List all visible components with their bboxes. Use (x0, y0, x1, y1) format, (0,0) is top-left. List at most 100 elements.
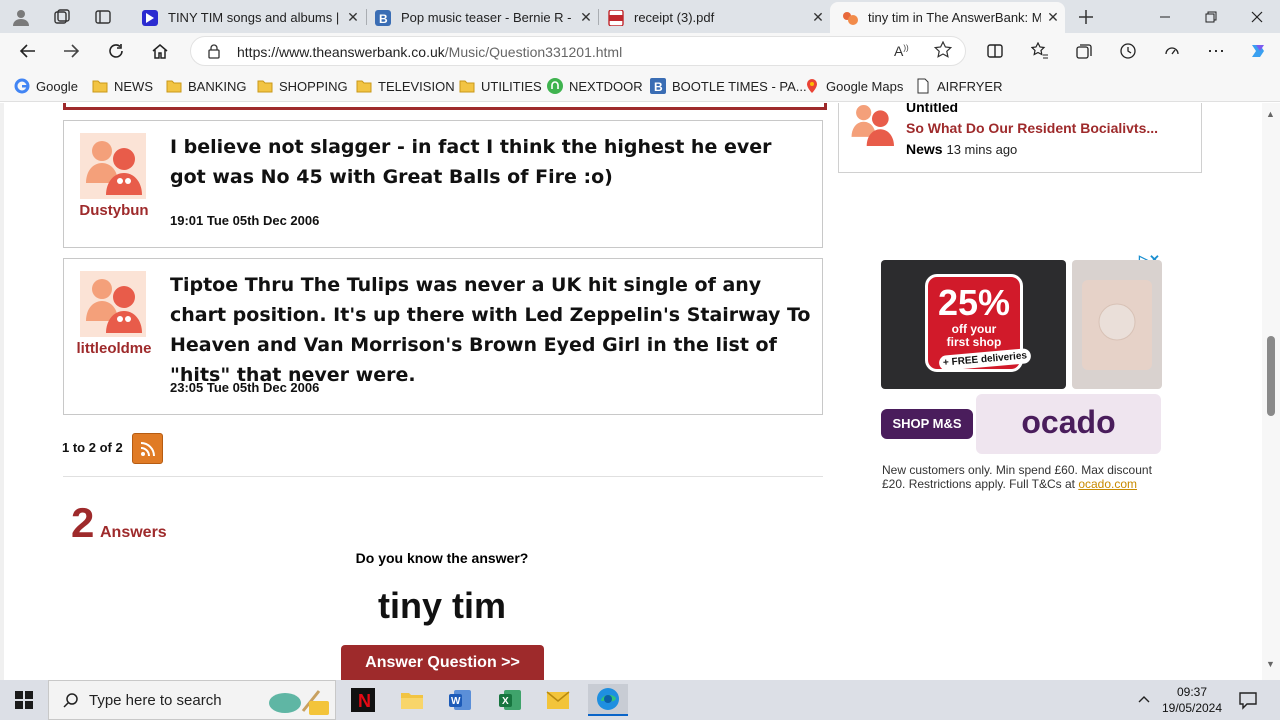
mail-icon[interactable] (538, 684, 578, 716)
show-hidden-icons[interactable] (1137, 692, 1151, 711)
bookmark-google-maps[interactable]: Google Maps (804, 76, 903, 96)
minimize-icon[interactable] (1142, 0, 1188, 33)
discount-line2: first shop (946, 335, 1002, 349)
svg-text:X: X (502, 696, 509, 707)
bookmark-television[interactable]: TELEVISION (356, 76, 455, 96)
folder-icon (459, 78, 475, 94)
answers-count: 2 (71, 499, 95, 546)
windows-taskbar: Type here to search N W X 09:37 19/05/20… (0, 680, 1280, 720)
bookmark-google[interactable]: Google (14, 76, 78, 96)
answerbank-favicon (842, 10, 858, 26)
bookmark-airfryer[interactable]: AIRFRYER (915, 76, 1003, 96)
ocado-advertisement[interactable]: ▷✕ 25% off your first shop + FREE delive… (871, 251, 1171, 500)
new-tab-icon[interactable] (1075, 6, 1097, 28)
window-close-icon[interactable] (1234, 0, 1280, 33)
edge-icon[interactable] (588, 684, 628, 716)
nextdoor-icon (547, 78, 563, 94)
search-highlight-icon (259, 685, 333, 720)
forward-icon[interactable] (57, 37, 85, 65)
tab-close-icon[interactable]: ✕ (806, 9, 830, 26)
browser-tab-strip: TINY TIM songs and albums | fu ✕ B Pop m… (0, 0, 1280, 33)
answers-label: Answers (100, 524, 167, 541)
refresh-icon[interactable] (102, 37, 130, 65)
bookmark-label: Google Maps (826, 78, 904, 94)
tab-tiny-tim-songs[interactable]: TINY TIM songs and albums | fu ✕ (130, 2, 365, 33)
system-clock[interactable]: 09:37 19/05/2024 (1160, 684, 1224, 716)
tab-title: tiny tim in The AnswerBank: Mu (868, 10, 1041, 25)
collections-icon[interactable] (1070, 37, 1098, 65)
settings-more-icon[interactable]: ⋯ (1202, 37, 1230, 65)
tiny-tim-favicon (142, 9, 158, 26)
bookmark-label: NEXTDOOR (569, 78, 643, 94)
bookmark-nextdoor[interactable]: NEXTDOOR (547, 76, 643, 96)
clock-date: 19/05/2024 (1161, 701, 1223, 715)
word-icon[interactable]: W (440, 684, 480, 716)
sidebar-post-link[interactable]: So What Do Our Resident Bocialivts... (906, 120, 1158, 136)
bookmark-bootle-times[interactable]: B BOOTLE TIMES - PA... (650, 76, 807, 96)
bookmark-label: AIRFRYER (937, 78, 1003, 94)
file-explorer-icon[interactable] (392, 684, 432, 716)
post-date: 23:05 Tue 05th Dec 2006 (170, 380, 320, 395)
tab-receipt-pdf[interactable]: receipt (3).pdf ✕ (596, 2, 830, 33)
scroll-thumb[interactable] (1267, 336, 1275, 416)
answer-question-button[interactable]: Answer Question >> (341, 645, 544, 680)
bookmark-label: SHOPPING (279, 78, 348, 94)
question-title: tiny tim (377, 585, 506, 626)
post-text: I believe not slagger - in fact I think … (170, 136, 772, 188)
history-icon[interactable] (1114, 37, 1142, 65)
back-icon[interactable] (14, 37, 42, 65)
netflix-icon[interactable]: N (343, 684, 383, 716)
ad-image-slate: 25% off your first shop + FREE deliverie… (881, 260, 1066, 389)
address-toolbar: https://www.theanswerbank.co.uk/Music/Qu… (0, 33, 1280, 69)
url-text[interactable]: https://www.theanswerbank.co.uk/Music/Qu… (237, 44, 622, 60)
user-avatar (847, 103, 897, 149)
bookmark-label: NEWS (114, 78, 153, 94)
tab-answerbank-active[interactable]: tiny tim in The AnswerBank: Mu ✕ (830, 2, 1065, 33)
bookmark-banking[interactable]: BANKING (166, 76, 247, 96)
answer-post: Dustybun I believe not slagger - in fact… (63, 120, 823, 248)
rss-feed-icon[interactable] (132, 433, 163, 464)
performance-icon[interactable] (1158, 37, 1186, 65)
bookmark-news[interactable]: NEWS (92, 76, 153, 96)
folder-icon (92, 78, 108, 94)
ocado-logo: ocado (976, 394, 1161, 454)
scroll-up-icon[interactable]: ▲ (1266, 109, 1275, 119)
profile-icon[interactable] (10, 6, 32, 28)
workspaces-icon[interactable] (51, 6, 73, 28)
favorites-icon[interactable] (1026, 37, 1054, 65)
bookmark-utilities[interactable]: UTILITIES (459, 76, 542, 96)
tab-close-icon[interactable]: ✕ (574, 9, 598, 26)
post-username[interactable]: Dustybun (64, 202, 164, 219)
pagination-text: 1 to 2 of 2 (62, 440, 123, 455)
ocado-link[interactable]: ocado.com (1078, 477, 1137, 491)
sidebar-post-title[interactable]: Untitled (906, 103, 958, 115)
tab-pop-music-teaser[interactable]: B Pop music teaser - Bernie R - Pa ✕ (363, 2, 598, 33)
bootle-b-icon: B (650, 78, 666, 94)
tab-close-icon[interactable]: ✕ (1041, 9, 1065, 26)
page-scrollbar[interactable]: ▲ ▼ (1262, 103, 1280, 680)
home-icon[interactable] (146, 37, 174, 65)
sidebar-time-ago: 13 mins ago (946, 142, 1018, 157)
excel-icon[interactable]: X (490, 684, 530, 716)
copilot-icon[interactable] (1244, 37, 1272, 65)
favorite-star-icon[interactable] (933, 40, 953, 64)
svg-text:B: B (654, 80, 663, 94)
notifications-icon[interactable] (1238, 690, 1258, 715)
address-bar[interactable]: https://www.theanswerbank.co.uk/Music/Qu… (190, 36, 966, 66)
search-placeholder: Type here to search (89, 692, 222, 709)
bookmarks-bar: Google NEWS BANKING SHOPPING TELEVISION … (0, 69, 1280, 102)
bookmark-shopping[interactable]: SHOPPING (257, 76, 348, 96)
taskbar-search[interactable]: Type here to search (48, 680, 336, 720)
tab-close-icon[interactable]: ✕ (341, 9, 365, 26)
lock-icon[interactable] (207, 43, 221, 64)
scroll-down-icon[interactable]: ▼ (1266, 659, 1275, 669)
read-aloud-icon[interactable]: A)) (894, 43, 909, 59)
tab-actions-icon[interactable] (92, 6, 114, 28)
post-username[interactable]: littleoldme (64, 340, 164, 357)
sidebar-category[interactable]: News (906, 141, 943, 157)
pdf-favicon (608, 8, 624, 27)
bookmark-label: UTILITIES (481, 78, 542, 94)
restore-icon[interactable] (1188, 0, 1234, 33)
split-screen-icon[interactable] (981, 37, 1009, 65)
windows-start-icon[interactable] (0, 680, 48, 720)
